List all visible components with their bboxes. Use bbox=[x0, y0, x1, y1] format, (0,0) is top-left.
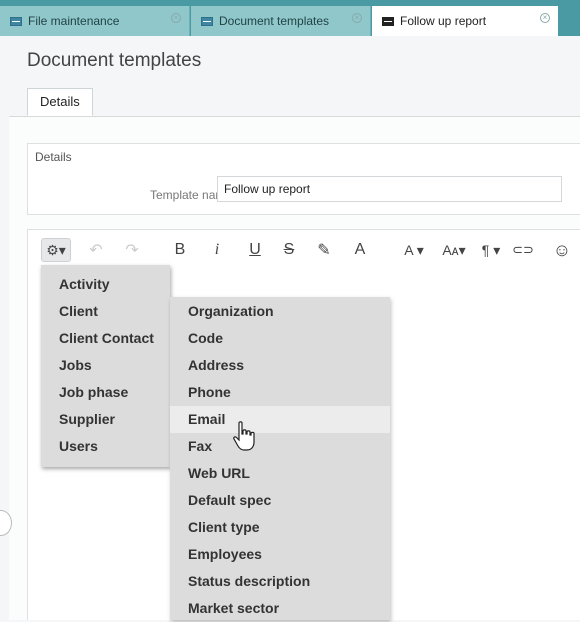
menu-item-client[interactable]: Client bbox=[41, 298, 170, 325]
tab-icon bbox=[201, 16, 213, 26]
submenu-item-organization[interactable]: Organization bbox=[170, 298, 390, 325]
insert-field-button[interactable]: ⚙▾ bbox=[41, 238, 71, 262]
submenu-item-phone[interactable]: Phone bbox=[170, 379, 390, 406]
submenu-item-web-url[interactable]: Web URL bbox=[170, 460, 390, 487]
menu-item-jobs[interactable]: Jobs bbox=[41, 352, 170, 379]
tab-document-templates[interactable]: Document templates × bbox=[191, 6, 371, 36]
insert-field-menu: Activity Client Client Contact Jobs Job … bbox=[41, 265, 170, 467]
tab-follow-up-report[interactable]: Follow up report × bbox=[372, 6, 558, 36]
close-icon[interactable]: × bbox=[540, 13, 550, 23]
tab-bar: File maintenance × Document templates × … bbox=[0, 0, 580, 36]
text-color-icon: A bbox=[354, 241, 366, 258]
link-icon: ⊂⊃ bbox=[512, 242, 534, 257]
subtab-bar: Details bbox=[9, 88, 580, 117]
strikethrough-button[interactable]: S bbox=[279, 238, 299, 262]
group-label: Details bbox=[35, 150, 72, 164]
submenu-item-market-sector[interactable]: Market sector bbox=[170, 595, 390, 622]
redo-icon: ↷ bbox=[125, 242, 139, 259]
gear-icon: ⚙▾ bbox=[46, 241, 66, 258]
submenu-item-code[interactable]: Code bbox=[170, 325, 390, 352]
menu-item-client-contact[interactable]: Client Contact bbox=[41, 325, 170, 352]
strikethrough-icon: S bbox=[283, 241, 295, 258]
font-family-icon: A ▾ bbox=[404, 241, 424, 258]
font-size-button[interactable]: Aᴀ▾ bbox=[436, 238, 472, 262]
undo-button[interactable]: ↶ bbox=[85, 238, 107, 262]
hand-cursor-icon bbox=[233, 421, 255, 451]
submenu-item-address[interactable]: Address bbox=[170, 352, 390, 379]
template-name-input[interactable]: Follow up report bbox=[217, 176, 562, 202]
page-title: Document templates bbox=[27, 50, 202, 71]
text-color-button[interactable]: A bbox=[350, 238, 370, 262]
client-field-submenu: Organization Code Address Phone Email Fa… bbox=[170, 297, 390, 620]
redo-button[interactable]: ↷ bbox=[121, 238, 143, 262]
emoji-button[interactable]: ☺ bbox=[551, 238, 573, 262]
underline-icon: U bbox=[249, 241, 261, 258]
tab-icon bbox=[382, 16, 394, 26]
undo-icon: ↶ bbox=[89, 242, 103, 259]
paragraph-icon: ¶ ▾ bbox=[481, 241, 501, 258]
tab-icon bbox=[10, 16, 22, 26]
close-icon[interactable]: × bbox=[171, 13, 181, 23]
menu-item-job-phase[interactable]: Job phase bbox=[41, 379, 170, 406]
italic-button[interactable]: i bbox=[207, 238, 227, 262]
submenu-item-status-description[interactable]: Status description bbox=[170, 568, 390, 595]
submenu-item-employees[interactable]: Employees bbox=[170, 541, 390, 568]
menu-item-users[interactable]: Users bbox=[41, 433, 170, 460]
paragraph-button[interactable]: ¶ ▾ bbox=[476, 238, 506, 262]
menu-item-supplier[interactable]: Supplier bbox=[41, 406, 170, 433]
submenu-item-default-spec[interactable]: Default spec bbox=[170, 487, 390, 514]
bold-button[interactable]: B bbox=[170, 238, 190, 262]
link-button[interactable]: ⊂⊃ bbox=[510, 238, 536, 262]
italic-icon: i bbox=[214, 241, 220, 258]
font-family-button[interactable]: A ▾ bbox=[397, 238, 431, 262]
close-icon[interactable]: × bbox=[352, 13, 362, 23]
font-size-icon: Aᴀ▾ bbox=[442, 241, 466, 258]
tab-label: Document templates bbox=[219, 14, 330, 28]
tab-label: File maintenance bbox=[28, 14, 120, 28]
submenu-item-fax[interactable]: Fax bbox=[170, 433, 390, 460]
menu-item-activity[interactable]: Activity bbox=[41, 271, 170, 298]
highlight-button[interactable]: ✎ bbox=[313, 238, 335, 262]
submenu-item-client-type[interactable]: Client type bbox=[170, 514, 390, 541]
tab-details[interactable]: Details bbox=[27, 88, 93, 116]
tab-file-maintenance[interactable]: File maintenance × bbox=[0, 6, 190, 36]
underline-button[interactable]: U bbox=[245, 238, 265, 262]
emoji-icon: ☺ bbox=[552, 239, 572, 260]
submenu-item-email[interactable]: Email bbox=[170, 406, 390, 433]
highlighter-icon: ✎ bbox=[317, 242, 331, 259]
tab-label: Follow up report bbox=[400, 14, 487, 28]
bold-icon: B bbox=[174, 241, 186, 258]
